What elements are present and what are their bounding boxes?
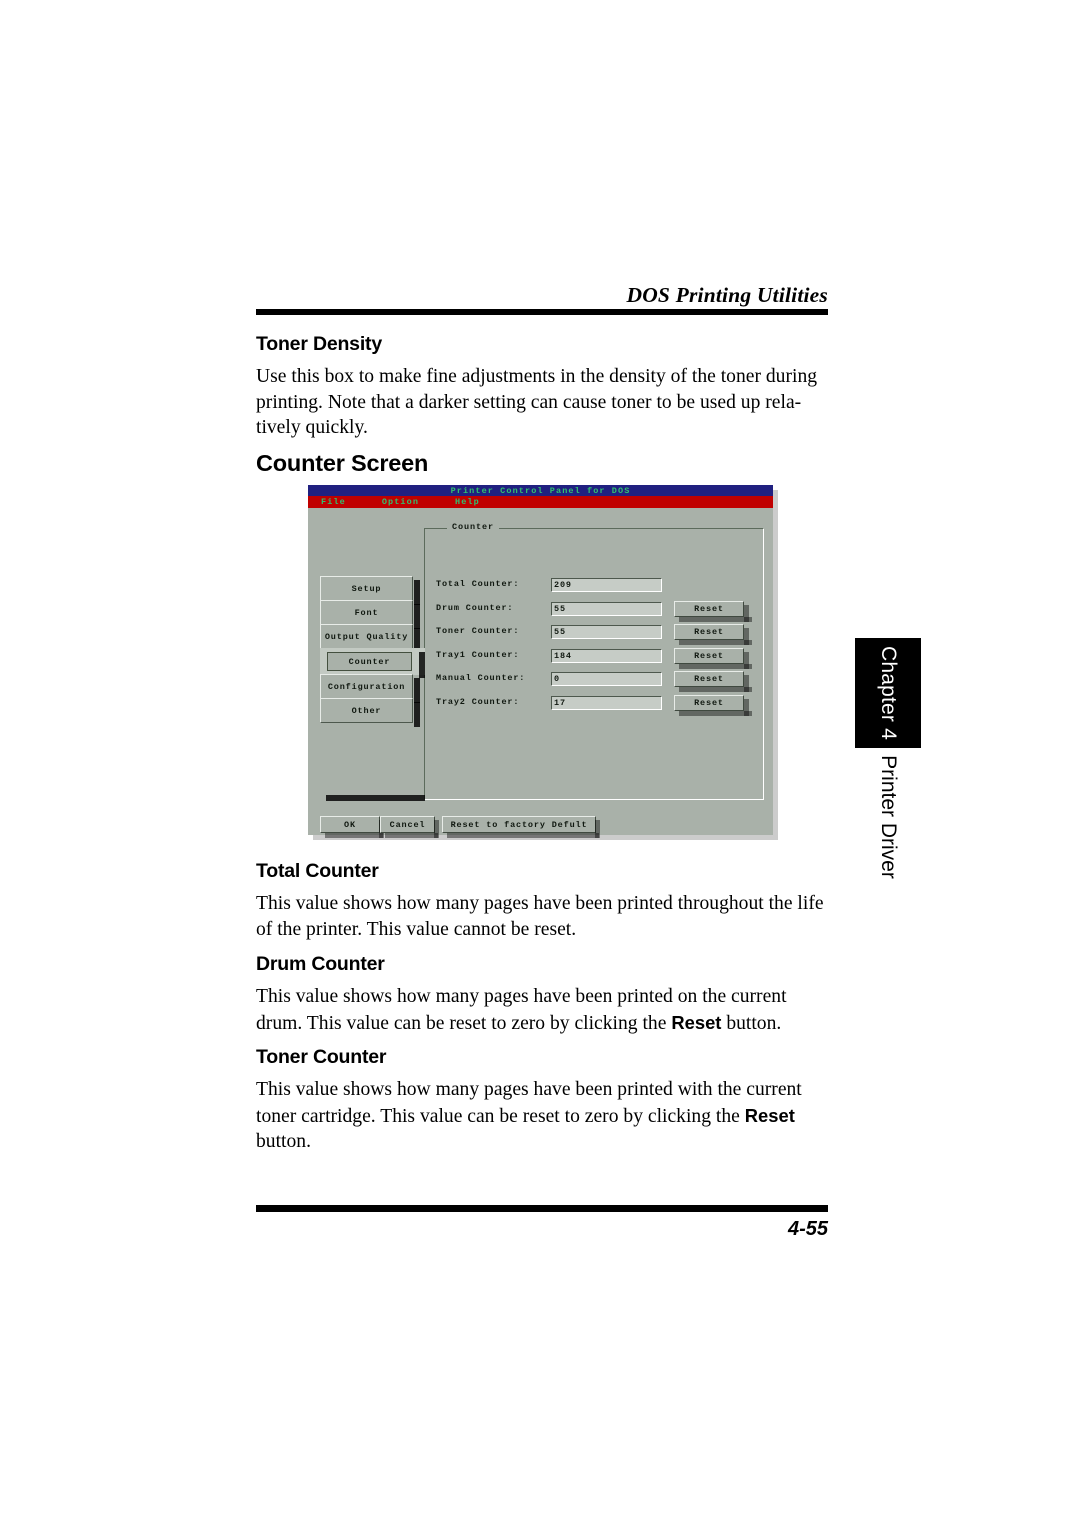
- paragraph-drum-counter-post: button.: [721, 1012, 782, 1034]
- tray1-counter-input[interactable]: 184: [551, 649, 662, 663]
- reset-toner-counter-button[interactable]: Reset: [674, 624, 752, 645]
- reset-factory-button-shadow-bottom: [447, 833, 599, 838]
- heading-drum-counter: Drum Counter: [256, 953, 385, 975]
- sidebar-shadow: [326, 795, 425, 801]
- dos-printer-control-panel-dialog[interactable]: Printer Control Panel for DOS File Optio…: [308, 485, 773, 838]
- sidebar-item-counter-label: Counter: [327, 652, 412, 671]
- tray1-counter-label: Tray1 Counter:: [436, 650, 520, 660]
- menu-item-option[interactable]: Option: [382, 497, 419, 507]
- running-header-title: DOS Printing Utilities: [626, 283, 828, 307]
- paragraph-total-counter-text: This value shows how many pages have bee…: [256, 893, 824, 940]
- sidebar-item-other-label: Other: [351, 705, 382, 716]
- menu-item-file[interactable]: File: [321, 497, 346, 507]
- ok-button-label: OK: [344, 819, 356, 830]
- sidebar-item-counter[interactable]: Counter: [320, 648, 425, 678]
- cancel-button[interactable]: Cancel: [380, 816, 439, 838]
- paragraph-toner-counter: This value shows how many pages have bee…: [256, 1077, 828, 1155]
- paragraph-toner-density-text: Use this box to make fine adjustments in…: [256, 366, 818, 439]
- drum-counter-input[interactable]: 55: [551, 602, 662, 616]
- reset-tray2-counter-button[interactable]: Reset: [674, 695, 752, 716]
- ok-button-shadow-bottom: [325, 833, 383, 838]
- heading-total-counter: Total Counter: [256, 860, 379, 882]
- paragraph-toner-counter-post: button.: [256, 1131, 311, 1153]
- reset-to-factory-default-button[interactable]: Reset to factory Defult: [442, 816, 600, 838]
- paragraph-total-counter: This value shows how many pages have bee…: [256, 891, 828, 942]
- header-rule: [256, 309, 828, 315]
- reset-tray1-counter-button[interactable]: Reset: [674, 648, 752, 669]
- tray2-counter-input[interactable]: 17: [551, 696, 662, 710]
- footer-rule: [256, 1205, 828, 1212]
- heading-toner-density: Toner Density: [256, 333, 382, 355]
- toner-counter-label: Toner Counter:: [436, 626, 520, 636]
- sidebar-item-setup[interactable]: Setup: [320, 576, 420, 605]
- toner-counter-input[interactable]: 55: [551, 625, 662, 639]
- manual-counter-input[interactable]: 0: [551, 672, 662, 686]
- sidebar-item-setup-label: Setup: [351, 583, 382, 594]
- heading-toner-counter: Toner Counter: [256, 1046, 387, 1068]
- chapter-tab-section-label: Printer Driver: [877, 755, 900, 879]
- sidebar-item-output-quality-label: Output Quality: [324, 631, 409, 642]
- document-page: DOS Printing Utilities Toner Density Use…: [0, 0, 1080, 1528]
- total-counter-label: Total Counter:: [436, 579, 520, 589]
- paragraph-toner-density: Use this box to make fine adjustments in…: [256, 364, 828, 441]
- tray2-counter-label: Tray2 Counter:: [436, 697, 520, 707]
- paragraph-toner-counter-reset-emphasis: Reset: [744, 1104, 795, 1126]
- paragraph-drum-counter-reset-emphasis: Reset: [671, 1011, 722, 1033]
- page-number: 4-55: [787, 1218, 828, 1240]
- reset-manual-counter-button[interactable]: Reset: [674, 671, 752, 692]
- cancel-button-shadow-bottom: [385, 833, 438, 838]
- counter-groupbox-label: Counter: [447, 522, 500, 532]
- sidebar-item-font-label: Font: [354, 607, 379, 618]
- ok-button[interactable]: OK: [320, 816, 384, 838]
- dialog-sidebar-nav[interactable]: Setup Font Output Quality Counter Config…: [320, 576, 425, 801]
- chapter-tab-section: Printer Driver: [855, 752, 921, 882]
- dialog-menubar[interactable]: File Option Help: [308, 496, 773, 508]
- sidebar-item-configuration-label: Configuration: [327, 681, 406, 692]
- drum-counter-label: Drum Counter:: [436, 603, 514, 613]
- sidebar-item-font[interactable]: Font: [320, 600, 420, 629]
- heading-counter-screen: Counter Screen: [256, 450, 429, 476]
- paragraph-drum-counter: This value shows how many pages have bee…: [256, 984, 828, 1036]
- sidebar-item-other[interactable]: Other: [320, 698, 420, 727]
- sidebar-item-configuration[interactable]: Configuration: [320, 674, 420, 703]
- menu-item-help[interactable]: Help: [455, 497, 480, 507]
- dialog-title-text: Printer Control Panel for DOS: [450, 485, 631, 496]
- paragraph-toner-counter-pre: This value shows how many pages have bee…: [256, 1079, 802, 1127]
- total-counter-input[interactable]: 209: [551, 578, 662, 592]
- reset-to-factory-default-button-label: Reset to factory Defult: [450, 819, 588, 830]
- chapter-tab: Chapter 4: [855, 638, 921, 748]
- reset-drum-counter-button[interactable]: Reset: [674, 601, 752, 622]
- sidebar-item-output-quality[interactable]: Output Quality: [320, 624, 420, 653]
- manual-counter-label: Manual Counter:: [436, 673, 526, 683]
- chapter-tab-chapter-label: Chapter 4: [877, 645, 900, 741]
- dialog-titlebar: Printer Control Panel for DOS: [308, 485, 773, 496]
- cancel-button-label: Cancel: [389, 819, 426, 830]
- dialog-body: Counter Setup Font Output Quality Counte…: [308, 508, 773, 838]
